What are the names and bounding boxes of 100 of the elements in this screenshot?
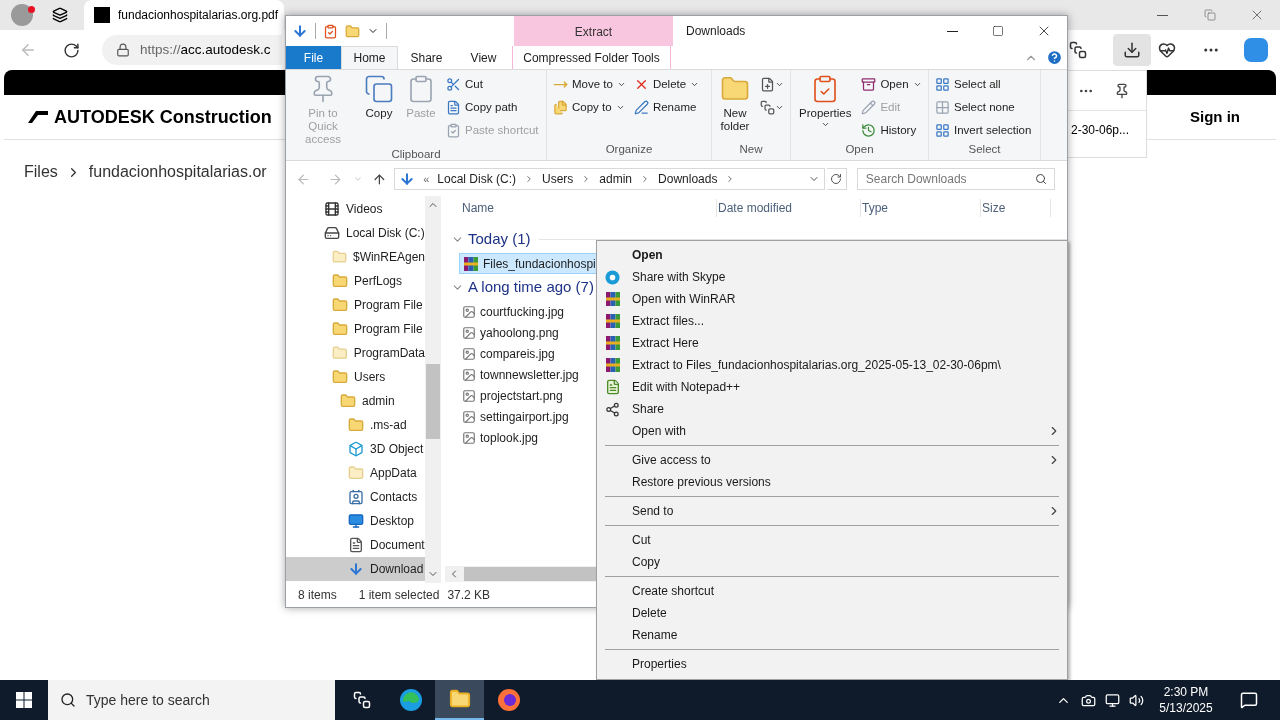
nav-item[interactable]: Program File: [286, 317, 425, 341]
download-icon: [1123, 41, 1141, 59]
menu-item[interactable]: Give access to: [597, 449, 1067, 471]
scroll-thumb[interactable]: [426, 364, 440, 439]
reload-icon[interactable]: [63, 41, 80, 59]
network-icon[interactable]: [1105, 692, 1120, 708]
nav-item[interactable]: Document: [286, 533, 425, 557]
download-file-name[interactable]: 2-30-06p...: [1071, 121, 1146, 139]
health-icon[interactable]: [1158, 41, 1176, 59]
ribbon-button[interactable]: Select all: [933, 74, 1034, 95]
nav-item[interactable]: .ms-ad: [286, 413, 425, 437]
ribbon-tab[interactable]: Home: [341, 46, 398, 69]
downloads-button[interactable]: [1113, 34, 1151, 66]
path-segment[interactable]: Users: [542, 170, 574, 188]
camera-icon[interactable]: [1081, 692, 1096, 708]
collections-icon[interactable]: [1069, 41, 1087, 59]
nav-item[interactable]: PerfLogs: [286, 269, 425, 293]
ribbon-button[interactable]: Delete: [631, 74, 702, 95]
ribbon-button[interactable]: Properties: [795, 74, 856, 129]
cube-icon: [348, 441, 364, 457]
path-segment[interactable]: admin: [599, 170, 633, 188]
ribbon-button[interactable]: Rename: [631, 97, 702, 118]
folder-icon[interactable]: [345, 23, 360, 39]
menu-item[interactable]: Create shortcut: [597, 580, 1067, 602]
menu-item[interactable]: Delete: [597, 602, 1067, 624]
refresh-button[interactable]: [827, 168, 847, 190]
file-name: yahoolong.png: [480, 324, 559, 342]
taskbar-search-field[interactable]: Type here to search: [48, 680, 335, 720]
ribbon-button[interactable]: Copy to: [551, 97, 628, 118]
notification-icon[interactable]: [1240, 691, 1258, 709]
nav-item[interactable]: $WinREAgen: [286, 245, 425, 269]
nav-item[interactable]: Local Disk (C:): [286, 221, 425, 245]
overflow-chevrons[interactable]: «: [423, 170, 430, 188]
menu-item[interactable]: Cut: [597, 529, 1067, 551]
nav-item[interactable]: AppData: [286, 461, 425, 485]
archive-icon: [463, 255, 479, 272]
column-header[interactable]: Name: [461, 199, 717, 217]
ribbon-button[interactable]: Open: [859, 74, 924, 95]
ribbon-button[interactable]: New folder: [716, 74, 754, 133]
nav-item[interactable]: Videos: [286, 197, 425, 221]
sign-in-link[interactable]: Sign in: [1190, 105, 1240, 129]
image-file-icon: [462, 325, 476, 340]
folder-icon: [332, 273, 348, 289]
menu-item[interactable]: Copy: [597, 551, 1067, 573]
ribbon-tab[interactable]: File: [286, 46, 341, 69]
menu-item[interactable]: Properties: [597, 653, 1067, 675]
nav-item[interactable]: Contacts: [286, 485, 425, 509]
pin-icon[interactable]: [1114, 82, 1130, 99]
ribbon-button[interactable]: Invert selection: [933, 120, 1034, 141]
folder-icon: [340, 393, 356, 409]
maximize-icon: [992, 25, 1004, 37]
taskbar-app[interactable]: [435, 680, 484, 720]
nav-item[interactable]: Desktop: [286, 509, 425, 533]
column-header[interactable]: Size: [981, 199, 1051, 217]
profile-avatar[interactable]: [11, 4, 33, 26]
drive-icon: [324, 225, 340, 241]
nav-item[interactable]: ProgramData: [286, 341, 425, 365]
ribbon-button[interactable]: Copy path: [444, 97, 541, 118]
browser-tab[interactable]: fundacionhospitalarias.org.pdf: [84, 0, 284, 30]
nav-label: Videos: [346, 201, 383, 218]
breadcrumb-link[interactable]: Files: [24, 160, 58, 184]
group-header[interactable]: Today (1): [468, 228, 531, 251]
ribbon-button[interactable]: Copy: [360, 74, 398, 120]
file-name: toplook.jpg: [480, 429, 539, 447]
ribbon-button[interactable]: Select none: [933, 97, 1034, 118]
clock[interactable]: 2:30 PM 5/13/2025: [1152, 684, 1220, 716]
caret-icon: [912, 80, 922, 89]
menu-item[interactable]: Send to: [597, 500, 1067, 522]
ribbon-button[interactable]: History: [859, 120, 924, 141]
archive-icon: [605, 313, 621, 329]
ribbon-button[interactable]: Cut: [444, 74, 541, 95]
ribbon-tab[interactable]: Share: [398, 46, 455, 69]
address-bar[interactable]: https://acc.autodesk.c: [102, 35, 282, 65]
path-segment[interactable]: Downloads: [658, 170, 718, 188]
menu-item[interactable]: Rename: [597, 624, 1067, 646]
download-icon[interactable]: [292, 23, 308, 39]
group-header[interactable]: A long time ago (7): [468, 276, 594, 299]
nav-item[interactable]: Download: [286, 557, 425, 581]
scrollbar[interactable]: [425, 196, 441, 583]
ribbon-button[interactable]: Move to: [551, 74, 628, 95]
ribbon-tab[interactable]: View: [455, 46, 512, 69]
volume-icon[interactable]: [1129, 692, 1144, 708]
nav-item[interactable]: 3D Object: [286, 437, 425, 461]
folder-icon: [448, 688, 471, 710]
nav-item[interactable]: Program File: [286, 293, 425, 317]
column-header[interactable]: Date modified: [717, 199, 861, 217]
group-label: Select: [967, 142, 1002, 157]
site-logo-icon: [94, 7, 110, 23]
column-header[interactable]: Type: [861, 199, 981, 217]
search-field[interactable]: Search Downloads: [856, 168, 1055, 190]
menu-item[interactable]: Restore previous versions: [597, 471, 1067, 493]
restore-icon: [1203, 9, 1216, 21]
search-icon: [60, 692, 76, 708]
path-icon: [446, 100, 461, 115]
path-segment[interactable]: Local Disk (C:): [437, 170, 516, 188]
nav-item[interactable]: Users: [286, 365, 425, 389]
address-bar[interactable]: « Local Disk (C:) Users admin Downloads: [394, 168, 826, 190]
help-icon[interactable]: [1046, 49, 1063, 66]
image-file-icon: [462, 388, 476, 403]
nav-item[interactable]: admin: [286, 389, 425, 413]
